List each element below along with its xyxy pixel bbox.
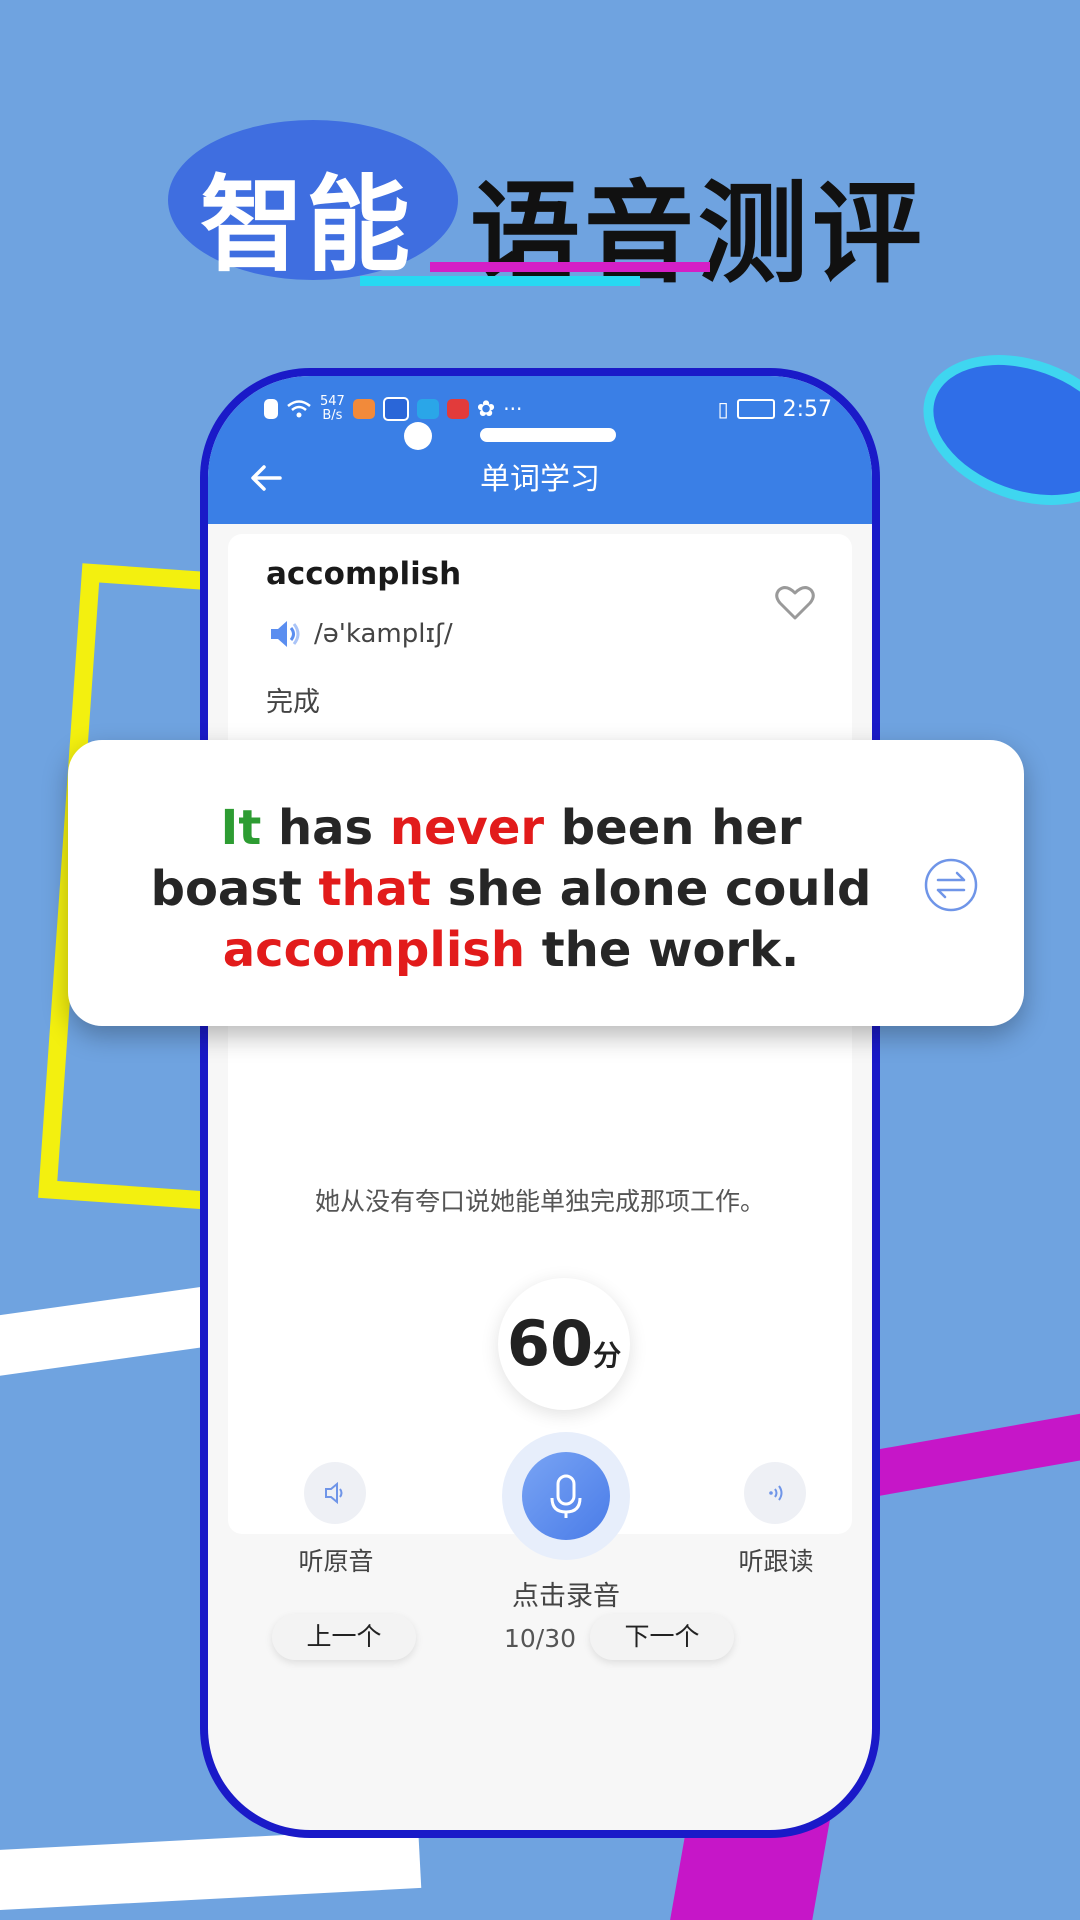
record-label: 点击录音 <box>512 1581 620 1612</box>
headline-underline-magenta <box>430 262 710 272</box>
vibrate-icon: ▯ <box>717 397 729 421</box>
wechat-icon: ✿ <box>476 396 496 422</box>
decor-magenta-stripe <box>857 1407 1080 1499</box>
word-card: accomplish /ə'kamplɪʃ/ 完成 她从没有夸口说她能单独完成那… <box>228 534 852 1660</box>
battery-icon <box>736 399 775 419</box>
word-text: accomplish <box>266 556 462 592</box>
page-title: 单词学习 <box>480 462 600 497</box>
decor-white-stripe-bottom <box>0 1828 422 1912</box>
network-speed: 547 B/s <box>320 394 345 423</box>
score-unit: 分 <box>593 1339 622 1372</box>
bulb-app-icon <box>382 397 409 421</box>
wifi-icon <box>287 400 311 418</box>
speaker-icon[interactable] <box>268 618 302 650</box>
alert-icon <box>264 399 278 419</box>
huawei-app-icon <box>446 399 469 419</box>
progress-counter: 10/30 <box>503 1624 577 1653</box>
microphone-icon <box>550 1474 582 1518</box>
phone-screen: 547 B/s ✿ ··· ▯ 2:57 单词学习 accomplish /ə'… <box>208 376 872 1830</box>
sentence-part: never <box>389 800 545 856</box>
app-header: 547 B/s ✿ ··· ▯ 2:57 单词学习 <box>208 376 872 524</box>
phone-frame: 547 B/s ✿ ··· ▯ 2:57 单词学习 accomplish /ə'… <box>200 368 880 1838</box>
phonetic-row: /ə'kamplɪʃ/ <box>268 618 453 650</box>
word-meaning: 完成 <box>266 687 320 718</box>
playback-icon <box>769 1485 783 1501</box>
front-camera <box>404 422 432 450</box>
sentence-part: the work. <box>525 922 800 978</box>
earpiece <box>480 428 616 442</box>
listen-followed-label: 听跟读 <box>738 1547 814 1576</box>
sentence-card: It has never been her boast that she alo… <box>68 740 1024 1026</box>
listen-original-button[interactable] <box>304 1462 366 1524</box>
sentence-part: has <box>261 800 390 856</box>
clock: 2:57 <box>782 396 832 422</box>
headline-underline-cyan <box>360 276 640 286</box>
decor-scribble <box>902 328 1080 532</box>
record-button[interactable] <box>502 1432 630 1560</box>
listen-original-label: 听原音 <box>298 1547 374 1576</box>
swap-arrows-icon[interactable] <box>924 858 978 912</box>
status-bar: 547 B/s ✿ ··· ▯ 2:57 <box>264 394 832 424</box>
headline: 智能 语音测评 <box>0 120 1080 300</box>
favorite-heart-icon[interactable] <box>774 584 816 622</box>
phonetic-text: /ə'kamplɪʃ/ <box>314 619 453 649</box>
sentence-part: accomplish <box>222 922 526 978</box>
record-button-inner <box>522 1452 610 1540</box>
score-value: 60 <box>506 1307 594 1380</box>
speaker-small-icon <box>325 1481 343 1505</box>
listen-followed-button[interactable] <box>744 1462 806 1524</box>
sentence-part: she alone could <box>431 861 872 917</box>
search-app-icon <box>416 399 439 419</box>
sentence-part: It <box>220 800 262 856</box>
headline-part1: 智能 <box>200 164 413 286</box>
sentence-translation: 她从没有夸口说她能单独完成那项工作。 <box>314 1187 765 1216</box>
message-app-icon <box>352 399 375 419</box>
sentence-part: that <box>318 861 431 917</box>
more-notifications: ··· <box>503 397 523 421</box>
next-button[interactable]: 下一个 <box>590 1614 734 1660</box>
score-badge: 60分 <box>498 1278 630 1410</box>
example-sentence: It has never been her boast that she alo… <box>148 798 874 981</box>
